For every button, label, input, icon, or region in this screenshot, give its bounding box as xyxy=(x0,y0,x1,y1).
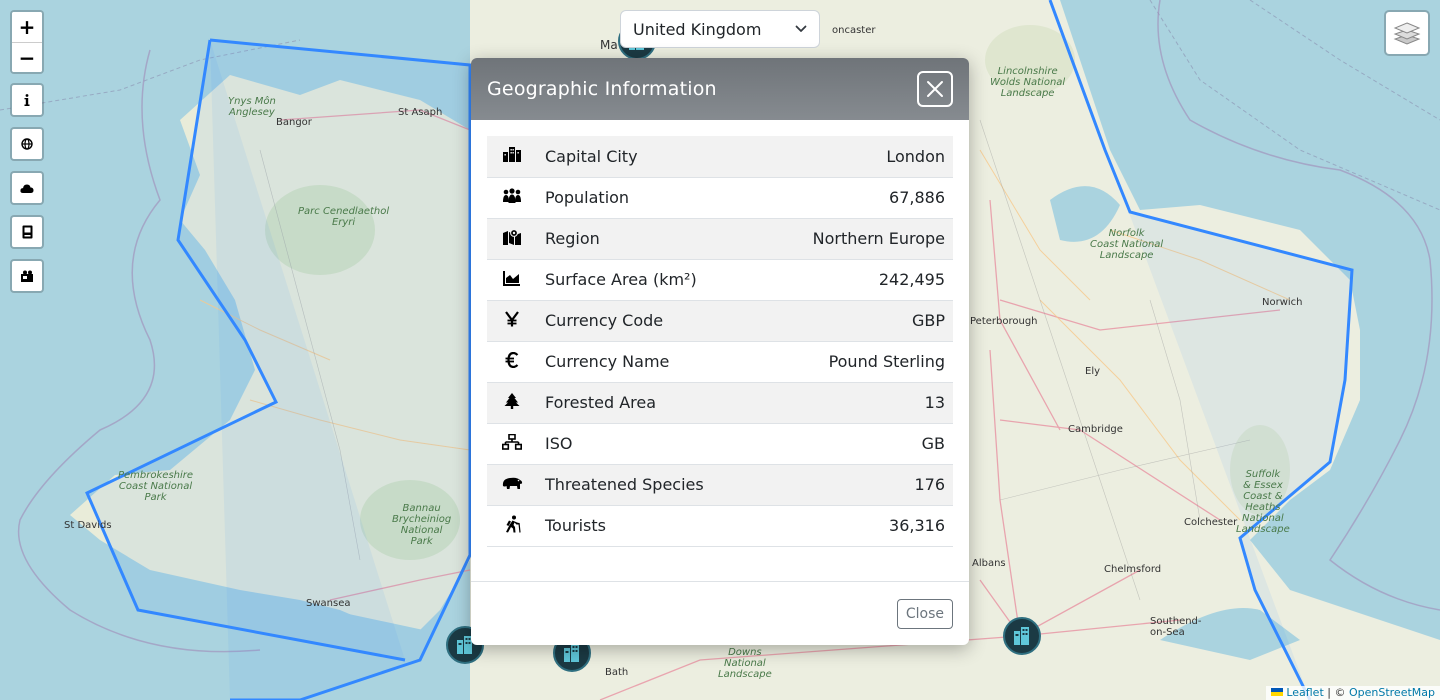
row-label: Currency Code xyxy=(545,311,664,330)
layers-control[interactable] xyxy=(1384,10,1430,56)
close-icon xyxy=(927,81,943,97)
place-label-downs: Downs National Landscape xyxy=(718,647,772,680)
place-label-ely: Ely xyxy=(1085,366,1101,377)
area-chart-icon xyxy=(503,270,520,286)
attribution-separator: | © xyxy=(1323,686,1349,699)
info-table: Capital City London Population 67,886 Re… xyxy=(487,136,953,547)
place-label-ma: Ma xyxy=(600,38,618,52)
wikipedia-button[interactable] xyxy=(10,215,44,249)
news-icon xyxy=(21,270,33,282)
table-row: Population 67,886 xyxy=(487,177,953,218)
country-select-value: United Kingdom xyxy=(633,19,762,39)
row-label: Tourists xyxy=(545,516,606,535)
sitemap-icon xyxy=(502,433,522,450)
table-row: ISO GB xyxy=(487,423,953,464)
table-row: Forested Area 13 xyxy=(487,382,953,423)
chevron-down-icon xyxy=(795,25,807,32)
place-label-pembrokeshire: Pembrokeshire Coast National Park xyxy=(118,470,194,503)
yen-icon xyxy=(505,310,519,326)
info-icon xyxy=(24,94,30,106)
zoom-out-button[interactable]: − xyxy=(12,42,42,72)
ukraine-flag-icon xyxy=(1270,688,1283,696)
place-label-bangor: Bangor xyxy=(276,117,312,128)
weather-button[interactable] xyxy=(10,171,44,205)
euro-icon xyxy=(505,351,519,368)
place-label-peterborough: Peterborough xyxy=(970,316,1038,327)
place-label-anglesey: Ynys Môn Anglesey xyxy=(228,96,276,118)
table-row: Surface Area (km²) 242,495 xyxy=(487,259,953,300)
row-value: 242,495 xyxy=(878,270,945,289)
tree-icon xyxy=(504,392,520,409)
close-button[interactable]: Close xyxy=(896,598,953,629)
book-icon xyxy=(22,225,32,239)
modal-footer: Close xyxy=(471,581,969,645)
city-icon xyxy=(503,147,521,163)
modal-body: Capital City London Population 67,886 Re… xyxy=(471,120,969,581)
row-value: 67,886 xyxy=(889,188,945,207)
osm-link[interactable]: OpenStreetMap xyxy=(1349,686,1435,699)
map-attribution: Leaflet | © OpenStreetMap xyxy=(1265,686,1440,700)
place-label-bannau: Bannau Brycheiniog National Park xyxy=(392,503,452,547)
zoom-control: + − xyxy=(10,10,44,74)
place-label-cambridge: Cambridge xyxy=(1068,424,1123,435)
row-value: GBP xyxy=(911,311,945,330)
place-label-doncaster: oncaster xyxy=(832,25,876,36)
globe-button[interactable] xyxy=(10,127,44,161)
row-value: GB xyxy=(921,434,945,453)
row-value: 13 xyxy=(924,393,945,412)
table-row: Region Northern Europe xyxy=(487,218,953,259)
place-label-suffolk: Suffolk & Essex Coast & Heaths National Lands… xyxy=(1236,469,1290,535)
row-label: Population xyxy=(545,188,630,207)
hiking-icon xyxy=(506,515,521,533)
row-label: ISO xyxy=(545,434,573,453)
row-label: Currency Name xyxy=(545,352,670,371)
modal-header: Geographic Information xyxy=(471,58,969,120)
place-label-norwich: Norwich xyxy=(1262,297,1303,308)
place-label-albans: Albans xyxy=(972,558,1006,569)
row-value: London xyxy=(886,146,945,166)
capital-marker[interactable] xyxy=(1003,617,1041,655)
row-value: 176 xyxy=(914,475,945,494)
table-row: Currency Code GBP xyxy=(487,300,953,341)
place-label-southend: Southend-on-Sea xyxy=(1150,616,1202,638)
modal-close-x-button[interactable] xyxy=(917,71,953,107)
place-label-chelmsford: Chelmsford xyxy=(1104,564,1162,575)
building-icon xyxy=(564,644,579,662)
table-row: Threatened Species 176 xyxy=(487,464,953,505)
modal-title: Geographic Information xyxy=(487,78,717,100)
row-label: Threatened Species xyxy=(545,475,704,494)
table-row: Currency Name Pound Sterling xyxy=(487,341,953,382)
news-button[interactable] xyxy=(10,259,44,293)
zoom-in-button[interactable]: + xyxy=(12,12,42,42)
row-value: Pound Sterling xyxy=(828,352,945,371)
table-row: Capital City London xyxy=(487,136,953,177)
row-value: Northern Europe xyxy=(812,229,945,248)
place-label-bath: Bath xyxy=(605,667,629,678)
info-button[interactable] xyxy=(10,83,44,117)
row-label: Forested Area xyxy=(545,393,657,412)
geographic-info-modal: Geographic Information Capital City Lond… xyxy=(471,58,969,645)
cloud-icon xyxy=(20,184,34,193)
globe-icon xyxy=(21,138,33,150)
place-label-st-asaph: St Asaph xyxy=(398,107,443,118)
country-select[interactable]: United Kingdom xyxy=(620,10,820,48)
table-row: Tourists 36,316 xyxy=(487,505,953,546)
map-marker-icon xyxy=(503,228,521,245)
layers-icon xyxy=(1393,22,1421,45)
place-label-norfolk: Norfolk Coast National Landscape xyxy=(1090,228,1164,261)
row-label: Surface Area (km²) xyxy=(545,270,697,289)
place-label-eryri: Parc Cenedlaethol Eryri xyxy=(298,206,390,228)
place-label-colchester: Colchester xyxy=(1184,517,1238,528)
building-icon xyxy=(1014,627,1029,645)
row-label: Region xyxy=(545,229,600,248)
row-value: 36,316 xyxy=(889,516,945,535)
hippo-icon xyxy=(502,477,523,489)
place-label-st-davids: St Davids xyxy=(64,520,112,531)
row-label: Capital City xyxy=(545,146,638,166)
leaflet-link[interactable]: Leaflet xyxy=(1286,686,1323,699)
people-icon xyxy=(503,187,521,203)
place-label-lincolnshire: Lincolnshire Wolds National Landscape xyxy=(990,66,1066,99)
place-label-swansea: Swansea xyxy=(306,598,351,609)
